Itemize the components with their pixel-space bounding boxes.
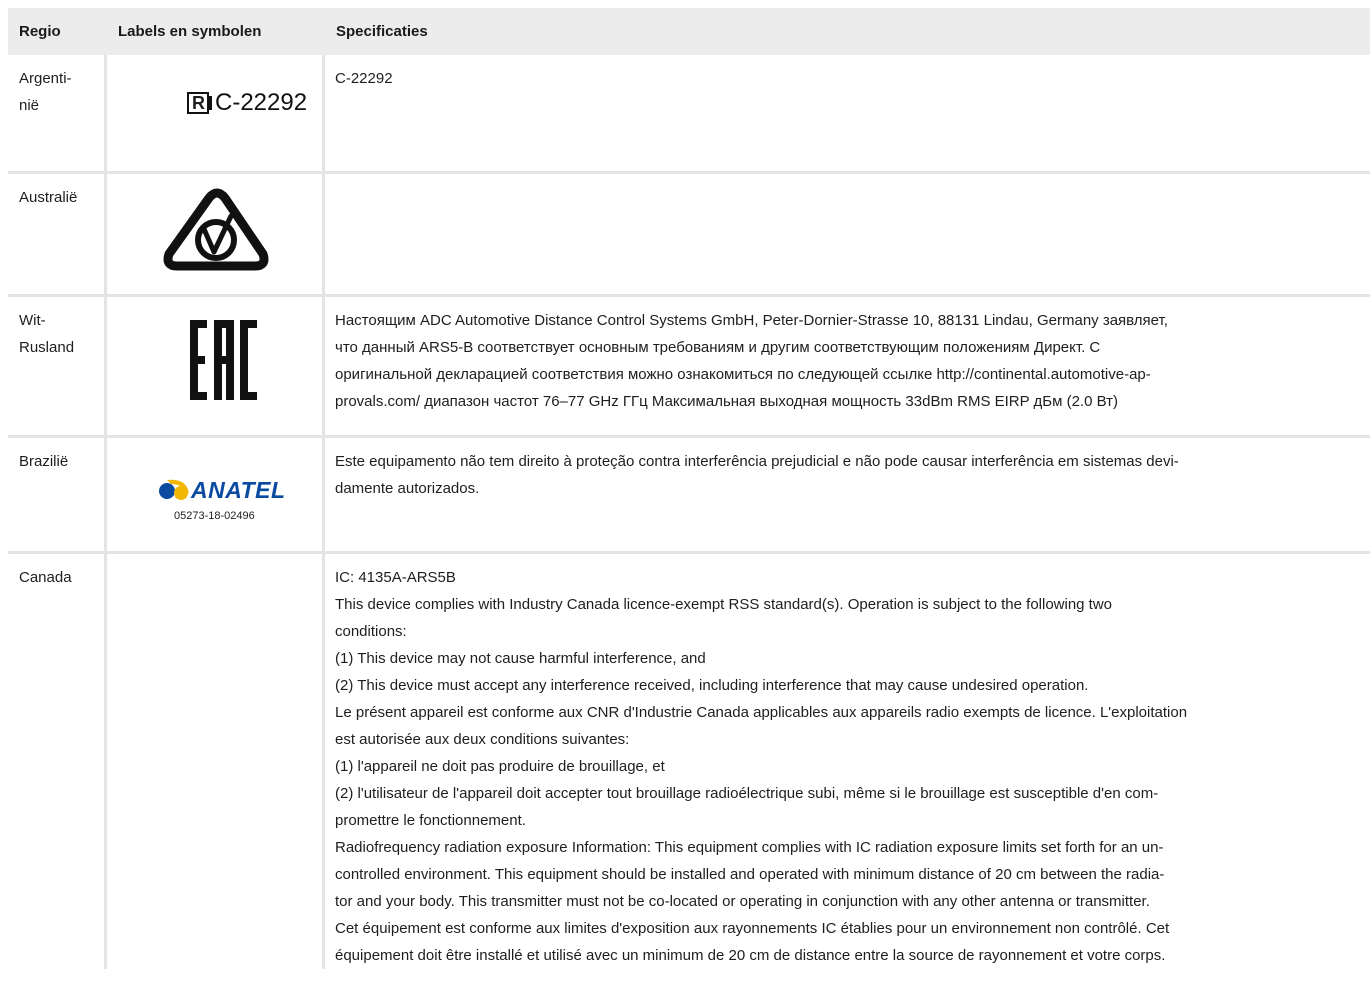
regulatory-table: Regio Labels en symbolen Specificaties A…: [8, 8, 1370, 969]
label-cell: R C-22292: [107, 55, 325, 174]
r-mark-icon: R: [187, 92, 212, 114]
label-cell: [107, 297, 325, 438]
region-cell: Brazilië: [8, 438, 107, 554]
spec-line: conditions:: [335, 623, 407, 640]
header-labels: Labels en symbolen: [107, 8, 325, 55]
spec-cell: Настоящим ADC Automotive Distance Contro…: [325, 297, 1370, 438]
spec-line: promettre le fonctionnement.: [335, 812, 526, 829]
spec-cell: C-22292: [325, 55, 1370, 174]
region-name: Canada: [19, 569, 72, 586]
spec-line: équipement doit être installé et utilisé…: [335, 947, 1166, 964]
spec-line: Cet équipement est conforme aux limites …: [335, 920, 1170, 937]
spec-line: (1) l'appareil ne doit pas produire de b…: [335, 758, 665, 775]
eac-mark-icon: [190, 320, 257, 400]
label-cell: [107, 554, 325, 969]
spec-line: tor and your body. This transmitter must…: [335, 893, 1150, 910]
spec-line: (2) This device must accept any interfer…: [335, 677, 1089, 694]
spec-line: est autorisée aux deux conditions suivan…: [335, 731, 630, 748]
spec-line: C-22292: [335, 70, 393, 87]
region-name: Argenti- nië: [19, 70, 72, 114]
spec-line: IC: 4135A-ARS5B: [335, 569, 456, 586]
region-cell: Wit- Rusland: [8, 297, 107, 438]
spec-line: (2) l'utilisateur de l'appareil doit acc…: [335, 785, 1159, 802]
anatel-number: 05273-18-02496: [174, 510, 255, 522]
region-name: Wit- Rusland: [19, 312, 75, 356]
header-region: Regio: [8, 8, 107, 55]
label-cell: [107, 174, 325, 297]
spec-line: This device complies with Industry Canad…: [335, 596, 1113, 613]
spec-line: Este equipamento não tem direito à prote…: [335, 453, 1179, 470]
spec-line: что данный ARS5-B соответствует основным…: [335, 339, 1101, 356]
table-row-belarus: Wit- Rusland Настоящим ADC Automotive Di…: [8, 297, 1370, 438]
table-row-australia: Australië: [8, 174, 1370, 297]
spec-line: (1) This device may not cause harmful in…: [335, 650, 706, 667]
r-mark-text: C-22292: [215, 89, 308, 116]
spec-cell: IC: 4135A-ARS5B This device complies wit…: [325, 554, 1370, 969]
anatel-logo-icon: [159, 479, 189, 500]
region-name: Brazilië: [19, 453, 69, 470]
spec-line: controlled environment. This equipment s…: [335, 866, 1165, 883]
region-cell: Argenti- nië: [8, 55, 107, 174]
table-row-argentina: Argenti- nië R C-22292 C-22292: [8, 55, 1370, 174]
spec-cell: Este equipamento não tem direito à prote…: [325, 438, 1370, 554]
header-specifications: Specificaties: [325, 8, 1370, 55]
anatel-word: ANATEL: [191, 477, 286, 503]
table-row-canada: Canada IC: 4135A-ARS5B This device compl…: [8, 554, 1370, 969]
spec-line: оригинальной декларацией соответствия мо…: [335, 366, 1151, 383]
rcm-compliance-mark-icon: [163, 188, 269, 271]
spec-line: provals.com/ диапазон частот 76–77 GHz Г…: [335, 393, 1118, 410]
spec-line: Le présent appareil est conforme aux CNR…: [335, 704, 1188, 721]
spec-line: Radiofrequency radiation exposure Inform…: [335, 839, 1164, 856]
spec-line: Настоящим ADC Automotive Distance Contro…: [335, 312, 1168, 329]
spec-cell: [325, 174, 1370, 297]
table-row-brazil: Brazilië ANATEL 05273-18-02496 Este equi…: [8, 438, 1370, 554]
label-cell: ANATEL 05273-18-02496: [107, 438, 325, 554]
region-name: Australië: [19, 189, 78, 206]
region-cell: Canada: [8, 554, 107, 969]
region-cell: Australië: [8, 174, 107, 297]
table-header-row: Regio Labels en symbolen Specificaties: [8, 8, 1370, 55]
spec-line: damente autorizados.: [335, 480, 480, 497]
